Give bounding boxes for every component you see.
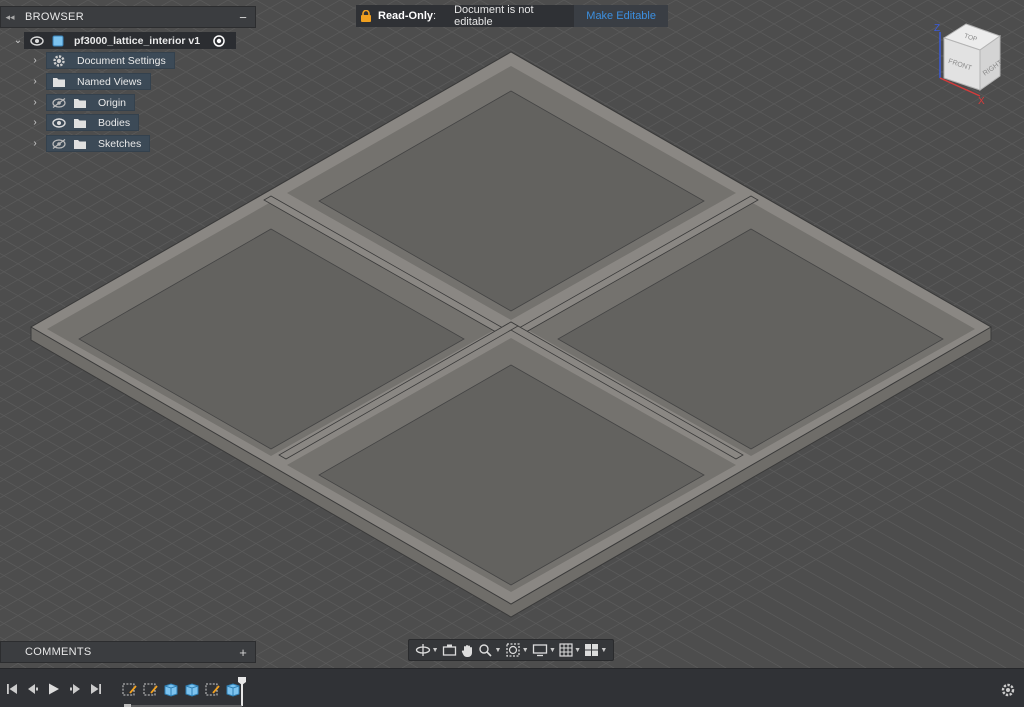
root-component-label: pf3000_lattice_interior v1 [74,34,201,47]
read-only-separator: : [433,10,437,22]
node-named-views[interactable]: Named Views [46,73,151,90]
pan-icon[interactable] [460,641,475,659]
grid-line [0,0,33,19]
node-document-settings[interactable]: Document Settings [46,52,175,69]
tree-row-bodies[interactable]: › Bodies [29,114,140,131]
gear-icon [50,53,68,68]
node-bodies[interactable]: Bodies [46,114,140,131]
fit-icon[interactable]: ▼ [505,641,529,659]
tree-row-sketches[interactable]: › Sketches [29,135,151,152]
timeline-bar [0,668,1024,707]
chevron-right-icon[interactable]: › [29,117,41,128]
extrude-feature-icon[interactable] [162,681,179,698]
make-editable-button[interactable]: Make Editable [574,5,668,27]
viewports-icon[interactable]: ▼ [584,641,607,659]
folder-icon [50,74,68,89]
sketch-feature-icon[interactable] [142,681,159,698]
grid-icon[interactable]: ▼ [559,641,581,659]
skip-to-start-icon[interactable] [6,683,18,695]
node-sketches[interactable]: Sketches [46,135,151,152]
component-icon [49,33,67,48]
read-only-message: Document is not editable [444,4,575,28]
chevron-right-icon[interactable]: › [29,55,41,66]
eye-icon[interactable] [50,115,68,130]
comments-title: COMMENTS [25,646,92,658]
browser-panel-header: ◂◂ BROWSER − [0,6,256,28]
folder-icon [71,136,89,151]
lock-icon [360,9,372,22]
plus-icon[interactable]: + [231,645,255,660]
root-component-node[interactable]: pf3000_lattice_interior v1 [24,32,237,49]
skip-to-end-icon[interactable] [90,683,102,695]
eye-icon[interactable] [28,33,46,48]
grid-line [1011,0,1024,8]
navigation-toolbar: ▼ ▼ ▼ ▼ ▼ ▼ [408,639,614,661]
tree-row-named-views[interactable]: › Named Views [29,73,151,90]
folder-icon [71,95,89,110]
play-icon[interactable] [48,683,60,695]
look-at-icon[interactable] [442,641,457,659]
tree-root-row[interactable]: ⌄ pf3000_lattice_interior v1 [12,32,237,49]
sketch-feature-icon[interactable] [204,681,221,698]
step-back-icon[interactable] [27,683,39,695]
minus-icon[interactable]: − [231,10,255,25]
step-forward-icon[interactable] [69,683,81,695]
node-label: Named Views [77,75,142,88]
sketch-feature-icon[interactable] [121,681,138,698]
read-only-status: Read-Only : [356,5,445,27]
canvas-grid-and-model[interactable] [0,0,1024,668]
axis-z-label: Z [934,23,940,34]
node-label: Sketches [98,137,142,150]
folder-icon [71,115,89,130]
tree-row-origin[interactable]: › Origin [29,94,136,111]
node-label: Origin [98,96,127,109]
browser-title: BROWSER [25,11,84,23]
node-origin[interactable]: Origin [46,94,136,111]
timeline-settings-icon[interactable] [1000,682,1016,698]
chevron-right-icon[interactable]: › [29,97,41,108]
timeline-group-bracket [124,700,242,707]
double-chevron-left-icon[interactable]: ◂◂ [1,12,19,23]
zoom-icon[interactable]: ▼ [478,641,501,659]
eye-hidden-icon[interactable] [50,95,68,110]
viewcube[interactable]: Z X TOP FRONT RIGHT [928,18,1008,108]
axis-x-label: X [978,96,985,107]
node-label: Bodies [98,116,131,129]
chevron-down-icon[interactable]: ⌄ [12,35,24,46]
read-only-label: Read-Only [378,10,434,22]
radio-active-icon[interactable] [210,33,228,48]
read-only-banner: Read-Only : Document is not editable Mak… [356,4,668,28]
node-label: Document Settings [77,54,166,67]
orbit-icon[interactable]: ▼ [415,641,439,659]
display-settings-icon[interactable]: ▼ [532,641,556,659]
chevron-right-icon[interactable]: › [29,138,41,149]
grid-line [0,652,27,668]
chevron-right-icon[interactable]: › [29,76,41,87]
tree-row-document-settings[interactable]: › Document Settings [29,52,175,69]
comments-panel-header[interactable]: COMMENTS + [0,641,256,663]
3d-viewport[interactable] [0,0,1024,668]
eye-hidden-icon[interactable] [50,136,68,151]
lattice-model[interactable] [29,51,993,618]
extrude-feature-icon[interactable] [183,681,200,698]
